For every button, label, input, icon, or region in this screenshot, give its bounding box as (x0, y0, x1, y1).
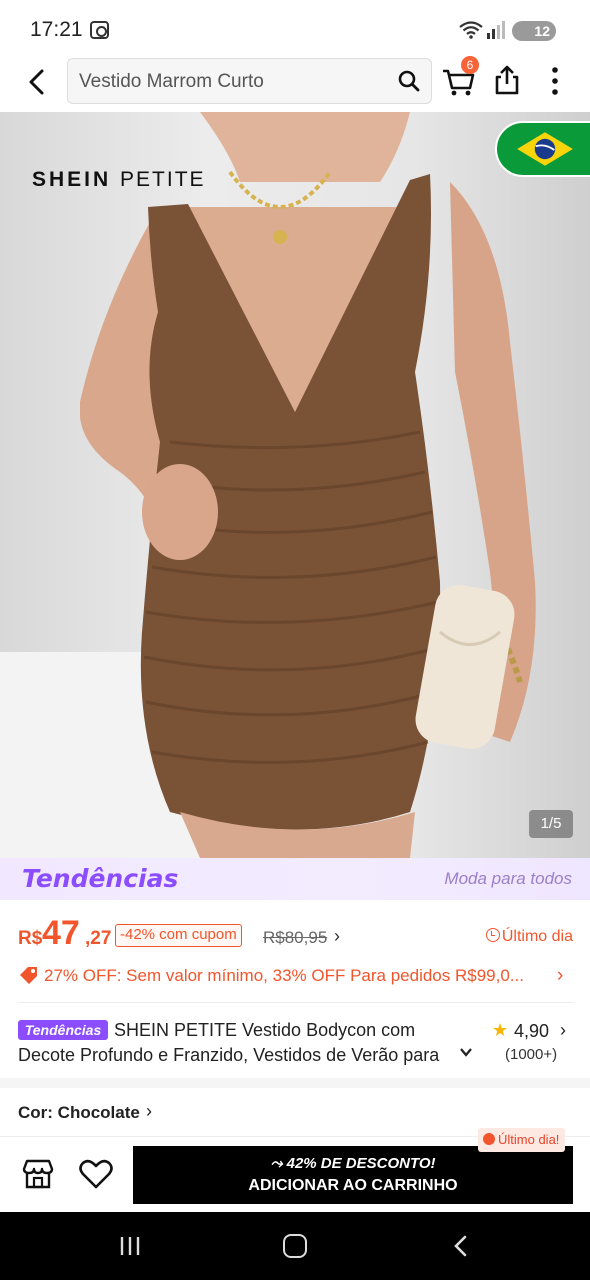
last-day-tag: Último dia (485, 928, 573, 946)
screen-capture-icon (90, 21, 109, 39)
home-icon[interactable] (283, 1234, 307, 1258)
battery-indicator: 12 (512, 21, 556, 41)
product-image-gallery[interactable]: SHEIN PETITE 1/5 (0, 112, 590, 858)
last-day-bubble: Último dia! (478, 1128, 566, 1152)
share-icon[interactable] (492, 64, 522, 96)
last-day-label: Último dia (501, 928, 573, 945)
price-currency: R$ (18, 928, 43, 949)
price-decimal: ,27 (85, 928, 112, 949)
add-to-cart-discount: ⤳ 42% DE DESCONTO! (270, 1155, 436, 1172)
clock-icon (485, 928, 500, 942)
product-photo (80, 112, 536, 858)
search-icon[interactable] (397, 69, 421, 93)
more-options-icon[interactable] (545, 64, 565, 98)
rating-value[interactable]: 4,90 (514, 1021, 549, 1042)
system-navigation-bar (0, 1212, 590, 1280)
chevron-right-icon[interactable]: › (146, 1101, 152, 1122)
search-input[interactable]: Vestido Marrom Curto (67, 58, 432, 104)
product-title-row: SHEIN PETITE Vestido Bodycon com Decote … (0, 1012, 590, 1072)
brazil-flag-icon[interactable] (495, 121, 590, 177)
price-tag-icon (20, 967, 37, 984)
section-divider (0, 1078, 590, 1088)
trends-banner[interactable]: Tendências Moda para todos (0, 858, 590, 900)
trends-logo: Tendências (22, 864, 179, 893)
top-nav: Vestido Marrom Curto 6 (0, 56, 590, 112)
promo-text: 27% OFF: Sem valor mínimo, 33% OFF Para … (44, 966, 524, 985)
clock-icon (483, 1133, 495, 1145)
heart-icon[interactable] (78, 1157, 114, 1191)
add-to-cart-label: ADICIONAR AO CARRINHO (248, 1177, 458, 1194)
cart-count-badge: 6 (461, 56, 479, 74)
color-label: Cor: Chocolate (18, 1103, 140, 1122)
price-row: R$ 47 ,27 -42% com cupom R$80,95 › Últim… (0, 910, 590, 954)
add-to-cart-button[interactable]: ⤳ 42% DE DESCONTO! ADICIONAR AO CARRINHO (133, 1146, 573, 1204)
discount-text: 42% DE DESCONTO! (286, 1155, 436, 1172)
chevron-right-icon[interactable]: › (334, 926, 340, 947)
status-bar: 17:21 12 (0, 0, 590, 56)
price-integer: 47 (42, 914, 80, 952)
back-arrow-icon[interactable] (20, 64, 56, 100)
old-price[interactable]: R$80,95 (263, 928, 327, 948)
brand-logo-main: SHEIN (32, 168, 112, 191)
brand-logo: SHEIN PETITE (32, 168, 206, 192)
trends-slogan: Moda para todos (444, 869, 572, 888)
divider (18, 1002, 574, 1003)
chevron-down-icon[interactable] (459, 1045, 473, 1059)
image-counter: 1/5 (529, 810, 573, 838)
chevron-right-icon[interactable]: › (557, 965, 563, 987)
system-back-icon[interactable] (449, 1234, 473, 1258)
signal-icon (487, 21, 505, 39)
star-icon: ★ (492, 1020, 509, 1040)
search-query: Vestido Marrom Curto (79, 71, 264, 92)
wifi-icon (459, 21, 483, 39)
trends-chip: Tendências (18, 1020, 108, 1040)
coupon-tag[interactable]: -42% com cupom (115, 924, 242, 947)
brand-logo-sub: PETITE (120, 168, 206, 191)
action-bar: ⤳ 42% DE DESCONTO! ADICIONAR AO CARRINHO… (0, 1128, 590, 1212)
rating-count: (1000+) (505, 1046, 558, 1063)
last-day-bubble-label: Último dia! (498, 1132, 560, 1147)
chevron-right-icon[interactable]: › (560, 1020, 566, 1041)
promo-row[interactable]: 27% OFF: Sem valor mínimo, 33% OFF Para … (0, 962, 590, 992)
status-time: 17:21 (30, 18, 83, 41)
store-icon[interactable] (20, 1157, 56, 1191)
recent-apps-icon[interactable] (118, 1234, 142, 1258)
